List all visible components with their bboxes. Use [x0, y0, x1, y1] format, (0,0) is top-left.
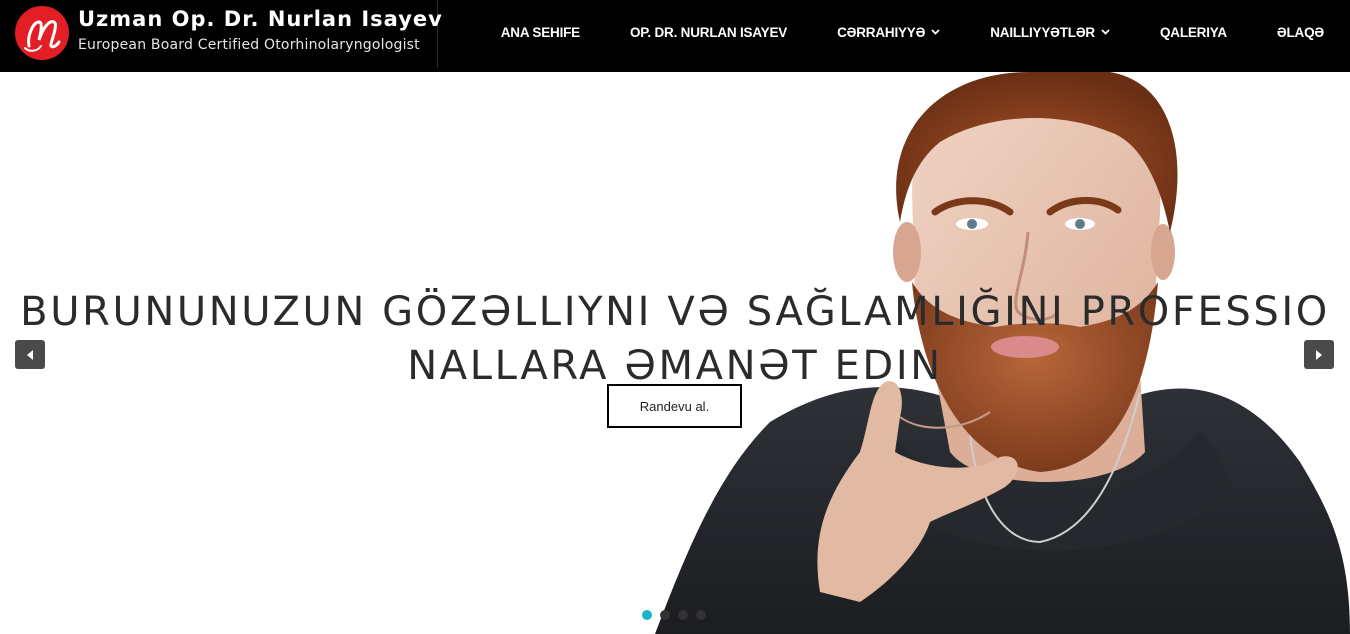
- site-header: Uzman Op. Dr. Nurlan Isayev European Boa…: [0, 0, 1350, 72]
- nav-item-label: CƏRRAHIYYƏ: [837, 24, 926, 40]
- nav-item-label: ANA SEHIFE: [500, 24, 580, 40]
- slider-pagination: [642, 610, 706, 620]
- main-nav: ANA SEHIFE OP. DR. NURLAN ISAYEV CƏRRAHI…: [476, 0, 1350, 64]
- slider-dot-1[interactable]: [642, 610, 652, 620]
- slider-dot-3[interactable]: [678, 610, 688, 620]
- appointment-button[interactable]: Randevu al.: [607, 384, 742, 428]
- nav-item-contact[interactable]: ƏLAQƏ: [1252, 25, 1350, 40]
- slider-next-button[interactable]: [1304, 340, 1334, 369]
- slider-prev-button[interactable]: [15, 340, 45, 369]
- hero-headline: BURUNUNUZUN GÖZƏLLIYNI VƏ SAĞLAMLIĞINI P…: [0, 285, 1350, 393]
- logo-icon: [15, 6, 69, 60]
- caret-right-icon: [1316, 349, 1322, 360]
- chevron-down-icon: [931, 29, 940, 35]
- slider-dot-4[interactable]: [696, 610, 706, 620]
- brand-subtitle: European Board Certified Otorhinolaryngo…: [78, 37, 420, 53]
- nav-item-label: OP. DR. NURLAN ISAYEV: [630, 24, 788, 40]
- nav-item-home[interactable]: ANA SEHIFE: [476, 25, 605, 40]
- brand-logo-link[interactable]: Uzman Op. Dr. Nurlan Isayev European Boa…: [0, 0, 442, 68]
- hero-headline-line-1: BURUNUNUZUN GÖZƏLLIYNI VƏ SAĞLAMLIĞINI P…: [20, 289, 1330, 335]
- hero-slider: BURUNUNUZUN GÖZƏLLIYNI VƏ SAĞLAMLIĞINI P…: [0, 72, 1350, 634]
- brand-title: Uzman Op. Dr. Nurlan Isayev: [78, 7, 443, 31]
- nav-item-label: NAILLIYYƏTLƏR: [990, 24, 1095, 40]
- nav-item-label: ƏLAQƏ: [1276, 24, 1324, 40]
- nav-item-label: QALERIYA: [1159, 24, 1227, 40]
- nav-item-achievements[interactable]: NAILLIYYƏTLƏR: [965, 25, 1135, 40]
- nav-item-surgery[interactable]: CƏRRAHIYYƏ: [812, 25, 965, 40]
- chevron-down-icon: [1101, 29, 1110, 35]
- slider-dot-2[interactable]: [660, 610, 670, 620]
- nav-item-gallery[interactable]: QALERIYA: [1135, 25, 1252, 40]
- nav-item-doctor[interactable]: OP. DR. NURLAN ISAYEV: [605, 25, 812, 40]
- caret-left-icon: [27, 349, 33, 360]
